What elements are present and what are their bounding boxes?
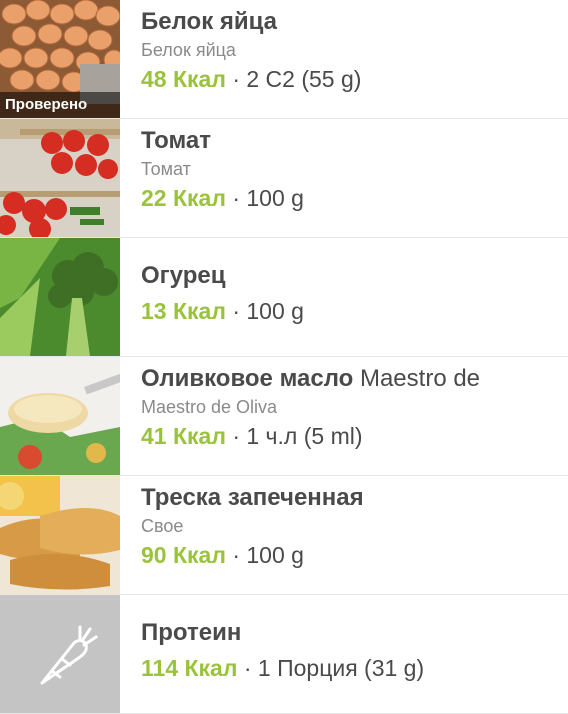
calorie-value: 48 Ккал: [141, 66, 226, 92]
food-subtitle: Белок яйца: [141, 40, 236, 60]
tomatoes-photo: [0, 119, 120, 237]
calorie-line: 13 Ккал · 100 g: [141, 298, 304, 325]
portion-text: · 1 Порция (31 g): [237, 655, 425, 681]
calorie-value: 13 Ккал: [141, 298, 226, 324]
food-title: Огурец: [141, 262, 226, 289]
mayonnaise-spoon-photo: [0, 357, 120, 475]
food-title: Белок яйца: [141, 8, 278, 35]
list-item[interactable]: Огурец 13 Ккал · 100 g: [0, 238, 568, 357]
list-item[interactable]: Проверено Белок яйца Белок яйца 48 Ккал …: [0, 0, 568, 119]
food-title: Протеин: [141, 619, 242, 646]
calorie-line: 48 Ккал · 2 С2 (55 g): [141, 66, 361, 93]
calorie-line: 41 Ккал · 1 ч.л (5 ml): [141, 423, 363, 450]
list-item[interactable]: Оливковое масло Maestro de Maestro de Ol…: [0, 357, 568, 476]
portion-text: · 100 g: [225, 298, 304, 324]
portion-text: · 100 g: [225, 542, 304, 568]
broccoli-photo: [0, 238, 120, 356]
calorie-line: 114 Ккал · 1 Порция (31 g): [141, 655, 424, 682]
eggs-photo: Проверено: [0, 0, 120, 118]
brand-name: Maestro de: [353, 365, 481, 392]
list-item[interactable]: Треска запеченная Свое 90 Ккал · 100 g: [0, 476, 568, 595]
list-item[interactable]: Томат Томат 22 Ккал · 100 g: [0, 119, 568, 238]
calorie-value: 22 Ккал: [141, 185, 226, 211]
verified-badge: Проверено: [0, 92, 120, 118]
calorie-value: 41 Ккал: [141, 423, 226, 449]
calorie-value: 90 Ккал: [141, 542, 226, 568]
portion-text: · 2 С2 (55 g): [225, 66, 362, 92]
placeholder-thumbnail: [0, 595, 120, 713]
calorie-value: 114 Ккал: [141, 655, 238, 681]
fried-fish-photo: [0, 476, 120, 594]
food-title: Треска запеченная: [141, 484, 364, 511]
food-subtitle: Maestro de Oliva: [141, 397, 278, 417]
portion-text: · 1 ч.л (5 ml): [225, 423, 363, 449]
food-list: Проверено Белок яйца Белок яйца 48 Ккал …: [0, 0, 568, 714]
food-subtitle: Свое: [141, 516, 184, 536]
calorie-line: 22 Ккал · 100 g: [141, 185, 304, 212]
food-subtitle: Томат: [141, 159, 191, 179]
portion-text: · 100 g: [225, 185, 304, 211]
carrot-icon: [0, 595, 120, 713]
calorie-line: 90 Ккал · 100 g: [141, 542, 304, 569]
food-title: Оливковое масло Maestro de: [141, 365, 481, 392]
list-item[interactable]: Протеин 114 Ккал · 1 Порция (31 g): [0, 595, 568, 714]
food-title: Томат: [141, 127, 212, 154]
